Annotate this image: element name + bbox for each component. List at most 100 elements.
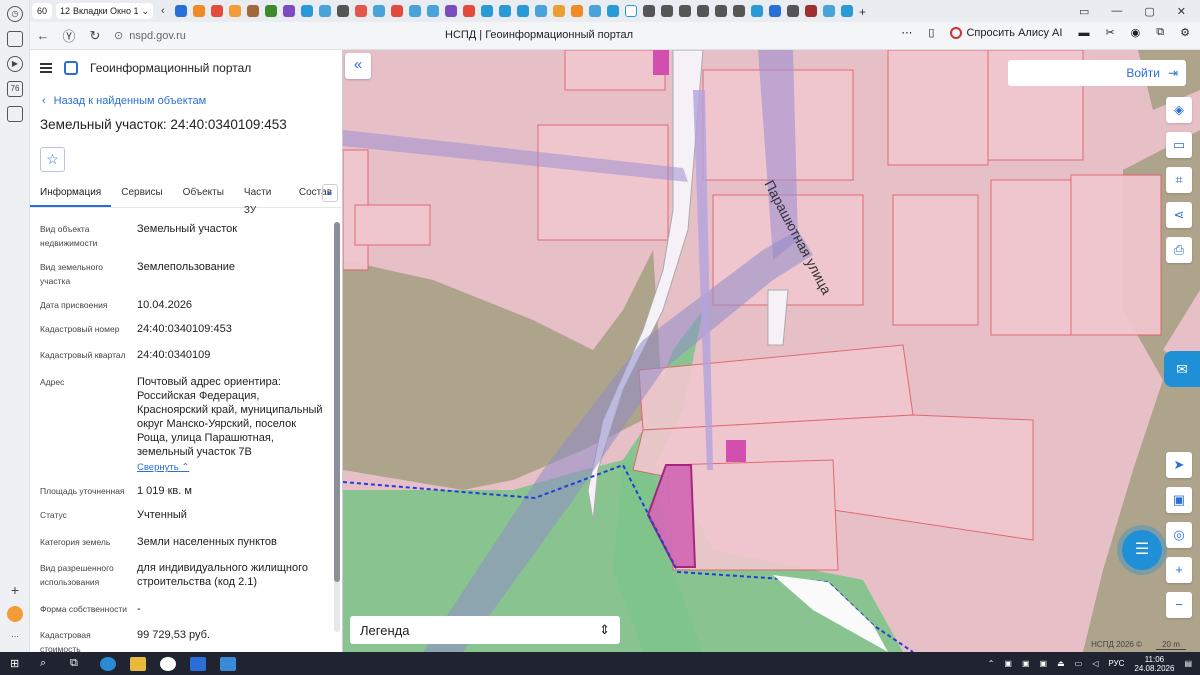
alice-button[interactable]: Спросить Алису AI xyxy=(950,26,1062,39)
language-indicator[interactable]: РУС xyxy=(1108,659,1124,668)
map-view[interactable]: Парашютная улица « Войти ⇥ ◈ ▭ ⌗ ⋖ ⎙ ✉ ➤… xyxy=(343,50,1200,652)
tab-icon[interactable] xyxy=(283,5,295,17)
tab-icon[interactable] xyxy=(589,5,601,17)
tab-icon[interactable] xyxy=(553,5,565,17)
tab-icon[interactable] xyxy=(337,5,349,17)
add-icon[interactable]: + xyxy=(7,583,23,600)
tab-count[interactable]: 60 xyxy=(32,3,52,19)
tab-icon[interactable] xyxy=(211,5,223,17)
windows-start-icon[interactable]: ⊞ xyxy=(10,657,26,671)
tab-group[interactable]: 12 Вкладки Окно 1 ⌄ xyxy=(56,3,153,19)
extension-icon[interactable]: ◉ xyxy=(1131,26,1141,39)
search-icon[interactable]: ⌕ xyxy=(40,657,56,671)
tray-app-icon[interactable]: ▣ xyxy=(1022,659,1030,668)
tab-icon[interactable] xyxy=(517,5,529,17)
scrollbar-thumb[interactable] xyxy=(334,222,340,582)
tabs-scroll-right-button[interactable]: ▸ xyxy=(322,184,338,202)
share-button[interactable]: ⋖ xyxy=(1166,202,1192,228)
notifications-icon[interactable]: ▤ xyxy=(1184,659,1192,668)
tab-icon[interactable] xyxy=(301,5,313,17)
usb-icon[interactable]: ⏏ xyxy=(1057,659,1065,668)
screenshot-icon[interactable] xyxy=(7,106,23,122)
minimize-icon[interactable]: — xyxy=(1111,5,1122,18)
zoom-out-button[interactable]: − xyxy=(1166,592,1192,618)
address-field[interactable]: ⊙ nspd.gov.ru xyxy=(114,29,186,43)
browser-icon[interactable] xyxy=(160,656,176,671)
tools-icon[interactable]: ✂ xyxy=(1105,26,1114,39)
tab-icon[interactable] xyxy=(823,5,835,17)
tray-app-icon[interactable]: ▣ xyxy=(1040,659,1048,668)
chevron-left-icon[interactable]: ‹ xyxy=(161,5,169,17)
tab-icon[interactable] xyxy=(841,5,853,17)
tab-icon[interactable] xyxy=(607,5,619,17)
geolocation-button[interactable]: ◎ xyxy=(1166,522,1192,548)
alice-icon[interactable] xyxy=(7,606,23,622)
tab-icon[interactable] xyxy=(481,5,493,17)
settings-icon[interactable]: ⚙ xyxy=(1180,26,1190,39)
file-explorer-icon[interactable] xyxy=(130,656,146,671)
zoom-in-button[interactable]: + xyxy=(1166,557,1192,583)
panel-scrollbar[interactable] xyxy=(334,222,340,632)
tab-icon[interactable] xyxy=(535,5,547,17)
tab-services[interactable]: Сервисы xyxy=(111,184,172,207)
favorite-button[interactable]: ☆ xyxy=(40,147,65,172)
collapse-panel-button[interactable]: « xyxy=(345,53,371,79)
tab-icon[interactable] xyxy=(427,5,439,17)
tab-icon[interactable] xyxy=(193,5,205,17)
bookmark-icon[interactable]: ▯ xyxy=(928,26,934,39)
tab-icon[interactable] xyxy=(391,5,403,17)
collections-icon[interactable] xyxy=(7,31,23,47)
volume-icon[interactable]: ◁ xyxy=(1092,659,1098,668)
tab-icon[interactable] xyxy=(499,5,511,17)
tab-icon[interactable] xyxy=(247,5,259,17)
history-icon[interactable]: ◷ xyxy=(7,6,23,22)
close-icon[interactable]: ✕ xyxy=(1177,5,1186,18)
back-icon[interactable]: ← xyxy=(30,28,56,43)
clock[interactable]: 11:06 24.08.2026 xyxy=(1134,655,1174,673)
tab-icon[interactable] xyxy=(463,5,475,17)
tab-icon[interactable] xyxy=(751,5,763,17)
tab-icon[interactable] xyxy=(697,5,709,17)
network-icon[interactable]: ▭ xyxy=(1075,659,1083,668)
collapse-link[interactable]: Свернуть ⌃ xyxy=(137,461,327,475)
tray-chevron-icon[interactable]: ⌃ xyxy=(988,659,995,668)
task-view-icon[interactable]: ⧉ xyxy=(70,657,86,671)
assistant-chat-button[interactable]: ☰ xyxy=(1122,530,1162,570)
tab-icon[interactable] xyxy=(229,5,241,17)
tab-icon[interactable] xyxy=(445,5,457,17)
downloads-icon[interactable]: ▬ xyxy=(1078,27,1089,39)
chat-side-button[interactable]: ✉ xyxy=(1164,351,1200,387)
yandex-browser-icon[interactable] xyxy=(190,656,206,671)
tab-objects[interactable]: Объекты xyxy=(173,184,234,207)
play-icon[interactable]: ▶ xyxy=(7,56,23,72)
more-icon[interactable]: ⋯ xyxy=(7,630,23,646)
tab-icon[interactable] xyxy=(643,5,655,17)
tab-icon[interactable] xyxy=(787,5,799,17)
reload-icon[interactable]: ↻ xyxy=(82,28,108,44)
minimap-button[interactable]: ▣ xyxy=(1166,487,1192,513)
tab-icon[interactable] xyxy=(679,5,691,17)
edge-icon[interactable] xyxy=(100,656,116,671)
tab-icon[interactable] xyxy=(805,5,817,17)
tab-information[interactable]: Информация xyxy=(30,184,112,207)
extensions-icon[interactable]: ⧉ xyxy=(1156,26,1164,39)
tab-icon[interactable] xyxy=(769,5,781,17)
tab-icon[interactable] xyxy=(661,5,673,17)
menu-icon[interactable] xyxy=(40,63,52,73)
bookmark-icon[interactable]: ▭ xyxy=(1079,5,1089,18)
tab-icon[interactable] xyxy=(733,5,745,17)
locate-button[interactable]: ➤ xyxy=(1166,452,1192,478)
select-area-button[interactable]: ⌗ xyxy=(1166,167,1192,193)
print-button[interactable]: ⎙ xyxy=(1166,237,1192,263)
back-link[interactable]: ‹ Назад к найденным объектам xyxy=(42,95,342,107)
new-tab-icon[interactable]: + xyxy=(859,5,869,19)
yandex-icon[interactable]: Ⓨ xyxy=(56,26,82,45)
tab-icon[interactable] xyxy=(409,5,421,17)
maximize-icon[interactable]: ▢ xyxy=(1144,5,1154,18)
tab-icon[interactable] xyxy=(319,5,331,17)
tab-icon[interactable] xyxy=(373,5,385,17)
app-icon[interactable] xyxy=(220,656,236,671)
tab-icon[interactable] xyxy=(571,5,583,17)
measure-button[interactable]: ▭ xyxy=(1166,132,1192,158)
tab-icon[interactable] xyxy=(175,5,187,17)
